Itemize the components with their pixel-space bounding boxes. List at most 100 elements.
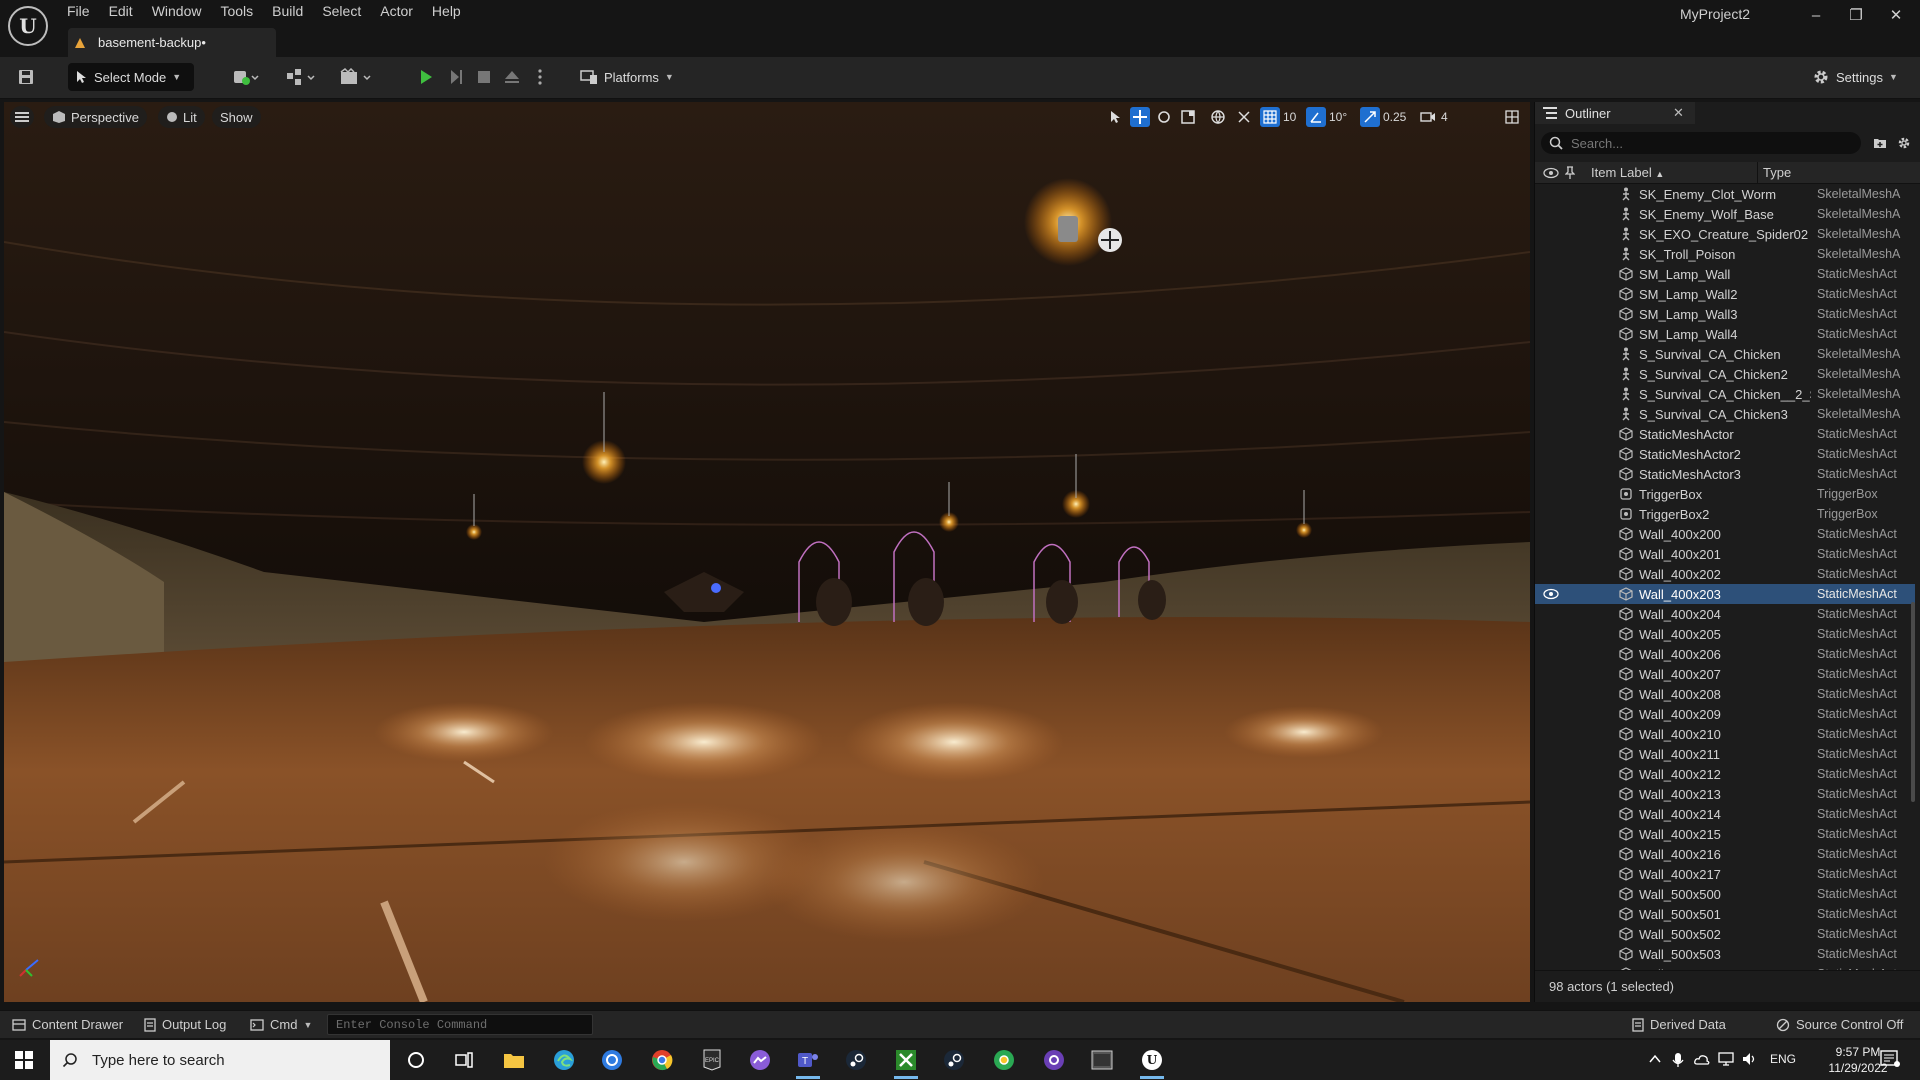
volume-icon[interactable] bbox=[1742, 1052, 1758, 1066]
level-viewport[interactable]: Perspective Lit Show 10 10° 0.25 4 bbox=[4, 102, 1530, 1002]
camera-speed-button[interactable]: 4 bbox=[1418, 107, 1448, 127]
outliner-row[interactable]: TriggerBox2 TriggerBox bbox=[1535, 504, 1915, 524]
source-control-button[interactable]: Source Control Off bbox=[1776, 1017, 1903, 1032]
output-log-button[interactable]: Output Log bbox=[144, 1017, 226, 1032]
outliner-row[interactable]: Wall_400x211 StaticMeshAct bbox=[1535, 744, 1915, 764]
scale-snap-button[interactable]: 0.25 bbox=[1360, 107, 1406, 127]
outliner-row[interactable]: SK_Troll_Poison SkeletalMeshA bbox=[1535, 244, 1915, 264]
column-divider[interactable] bbox=[1757, 162, 1758, 184]
outliner-row[interactable]: StaticMeshActor StaticMeshAct bbox=[1535, 424, 1915, 444]
move-gizmo-icon[interactable] bbox=[1098, 228, 1122, 252]
play-button[interactable] bbox=[414, 63, 438, 91]
menu-actor[interactable]: Actor bbox=[373, 0, 425, 22]
xbox-icon[interactable] bbox=[886, 1044, 926, 1079]
blueprint-button[interactable] bbox=[282, 63, 320, 91]
add-folder-icon[interactable] bbox=[1873, 136, 1887, 150]
grid-snap-button[interactable]: 10 bbox=[1260, 107, 1296, 127]
outliner-scrollbar[interactable] bbox=[1911, 602, 1915, 802]
gear-icon[interactable] bbox=[1897, 136, 1911, 150]
outliner-row[interactable]: Wall_500x500 StaticMeshAct bbox=[1535, 884, 1915, 904]
stop-button[interactable] bbox=[472, 63, 496, 91]
outliner-row[interactable]: S_Survival_CA_Chicken3 SkeletalMeshA bbox=[1535, 404, 1915, 424]
onedrive-icon[interactable] bbox=[1694, 1052, 1710, 1066]
unreal-logo-icon[interactable]: U bbox=[8, 6, 48, 46]
app-blue-icon[interactable] bbox=[592, 1044, 632, 1076]
platforms-dropdown[interactable]: Platforms ▼ bbox=[580, 63, 680, 91]
outliner-row[interactable]: SM_Lamp_Wall4 StaticMeshAct bbox=[1535, 324, 1915, 344]
pin-column-icon[interactable] bbox=[1565, 166, 1575, 180]
more-options-icon[interactable] bbox=[530, 63, 550, 91]
outliner-row[interactable]: SK_Enemy_Clot_Worm SkeletalMeshA bbox=[1535, 184, 1915, 204]
column-type[interactable]: Type bbox=[1763, 165, 1791, 180]
document-tab[interactable]: basement-backup• bbox=[68, 28, 276, 57]
outliner-row[interactable]: Wall_400x210 StaticMeshAct bbox=[1535, 724, 1915, 744]
outliner-row[interactable]: Wall_400x200 StaticMeshAct bbox=[1535, 524, 1915, 544]
translate-tool-button[interactable] bbox=[1130, 107, 1150, 127]
perspective-button[interactable]: Perspective bbox=[44, 106, 147, 128]
outliner-row[interactable]: StaticMeshActor3 StaticMeshAct bbox=[1535, 464, 1915, 484]
outliner-row[interactable]: Wall_400x205 StaticMeshAct bbox=[1535, 624, 1915, 644]
taskbar-search[interactable]: Type here to search bbox=[50, 1040, 390, 1080]
outliner-row[interactable]: SK_Enemy_Wolf_Base SkeletalMeshA bbox=[1535, 204, 1915, 224]
outliner-row[interactable]: Wall_400x207 StaticMeshAct bbox=[1535, 664, 1915, 684]
step-button[interactable] bbox=[444, 63, 468, 91]
messenger-icon[interactable] bbox=[740, 1044, 780, 1076]
network-icon[interactable] bbox=[1718, 1052, 1734, 1066]
outliner-row[interactable]: SM_Lamp_Wall2 StaticMeshAct bbox=[1535, 284, 1915, 304]
teams-icon[interactable]: T bbox=[788, 1044, 828, 1079]
unreal-engine-taskbar-icon[interactable]: U bbox=[1132, 1044, 1172, 1079]
outliner-row[interactable]: Wall_400x204 StaticMeshAct bbox=[1535, 604, 1915, 624]
chrome-alt-icon[interactable] bbox=[984, 1044, 1024, 1076]
steam-icon[interactable] bbox=[836, 1044, 876, 1076]
outliner-row[interactable]: Wall_500x501 StaticMeshAct bbox=[1535, 904, 1915, 924]
outliner-row[interactable]: Wall_400x208 StaticMeshAct bbox=[1535, 684, 1915, 704]
settings-dropdown[interactable]: Settings ▼ bbox=[1812, 63, 1908, 91]
column-item-label[interactable]: Item Label ▲ bbox=[1591, 165, 1664, 180]
steam-icon-2[interactable] bbox=[934, 1044, 974, 1076]
language-indicator[interactable]: ENG bbox=[1770, 1052, 1796, 1066]
select-mode-dropdown[interactable]: Select Mode ▼ bbox=[68, 63, 194, 91]
file-explorer-icon[interactable] bbox=[494, 1044, 534, 1076]
chevron-up-icon[interactable] bbox=[1648, 1052, 1662, 1066]
visibility-eye-icon[interactable] bbox=[1543, 586, 1559, 602]
restore-button[interactable]: ❐ bbox=[1836, 4, 1876, 28]
outliner-row[interactable]: SK_EXO_Creature_Spider02 SkeletalMeshA bbox=[1535, 224, 1915, 244]
menu-window[interactable]: Window bbox=[145, 0, 214, 22]
outliner-row[interactable]: Wall_400x206 StaticMeshAct bbox=[1535, 644, 1915, 664]
outliner-row[interactable]: SM_Lamp_Wall3 StaticMeshAct bbox=[1535, 304, 1915, 324]
menu-edit[interactable]: Edit bbox=[102, 0, 145, 22]
outliner-search-input[interactable] bbox=[1571, 135, 1831, 151]
select-tool-button[interactable] bbox=[1106, 107, 1126, 127]
app-window-icon[interactable] bbox=[1082, 1044, 1122, 1076]
menu-help[interactable]: Help bbox=[425, 0, 473, 22]
derived-data-button[interactable]: Derived Data bbox=[1632, 1017, 1726, 1032]
app-purple-icon[interactable] bbox=[1034, 1044, 1074, 1076]
eject-button[interactable] bbox=[500, 63, 524, 91]
epic-games-icon[interactable]: EPIC bbox=[692, 1044, 732, 1076]
minimize-button[interactable]: – bbox=[1796, 4, 1836, 28]
outliner-row[interactable]: Wall_400x216 StaticMeshAct bbox=[1535, 844, 1915, 864]
outliner-row[interactable]: S_Survival_CA_Chicken2 SkeletalMeshA bbox=[1535, 364, 1915, 384]
close-icon[interactable]: ✕ bbox=[1673, 105, 1684, 121]
cmd-dropdown[interactable]: Cmd ▼ bbox=[250, 1017, 312, 1032]
lit-button[interactable]: Lit bbox=[158, 106, 205, 128]
content-drawer-button[interactable]: Content Drawer bbox=[12, 1017, 123, 1032]
outliner-row[interactable]: S_Survival_CA_Chicken__2_Sl SkeletalMeshA bbox=[1535, 384, 1915, 404]
console-command-input[interactable] bbox=[327, 1014, 593, 1035]
outliner-row[interactable]: Wall_400x201 StaticMeshAct bbox=[1535, 544, 1915, 564]
edge-icon[interactable] bbox=[544, 1044, 584, 1076]
viewport-menu-button[interactable] bbox=[10, 106, 34, 128]
outliner-row[interactable]: Wall_400x215 StaticMeshAct bbox=[1535, 824, 1915, 844]
viewport-scene[interactable] bbox=[4, 102, 1530, 1002]
outliner-row[interactable]: Wall_400x217 StaticMeshAct bbox=[1535, 864, 1915, 884]
visibility-column-icon[interactable] bbox=[1543, 166, 1559, 180]
save-icon[interactable] bbox=[14, 63, 38, 91]
outliner-row[interactable]: Wall_400x213 StaticMeshAct bbox=[1535, 784, 1915, 804]
add-actor-button[interactable] bbox=[228, 63, 264, 91]
rotate-tool-button[interactable] bbox=[1154, 107, 1174, 127]
rotation-snap-button[interactable]: 10° bbox=[1306, 107, 1347, 127]
task-view-icon[interactable] bbox=[444, 1044, 484, 1076]
outliner-row[interactable]: SM_Lamp_Wall StaticMeshAct bbox=[1535, 264, 1915, 284]
outliner-tab[interactable]: Outliner bbox=[1535, 102, 1695, 124]
scale-tool-button[interactable] bbox=[1178, 107, 1198, 127]
